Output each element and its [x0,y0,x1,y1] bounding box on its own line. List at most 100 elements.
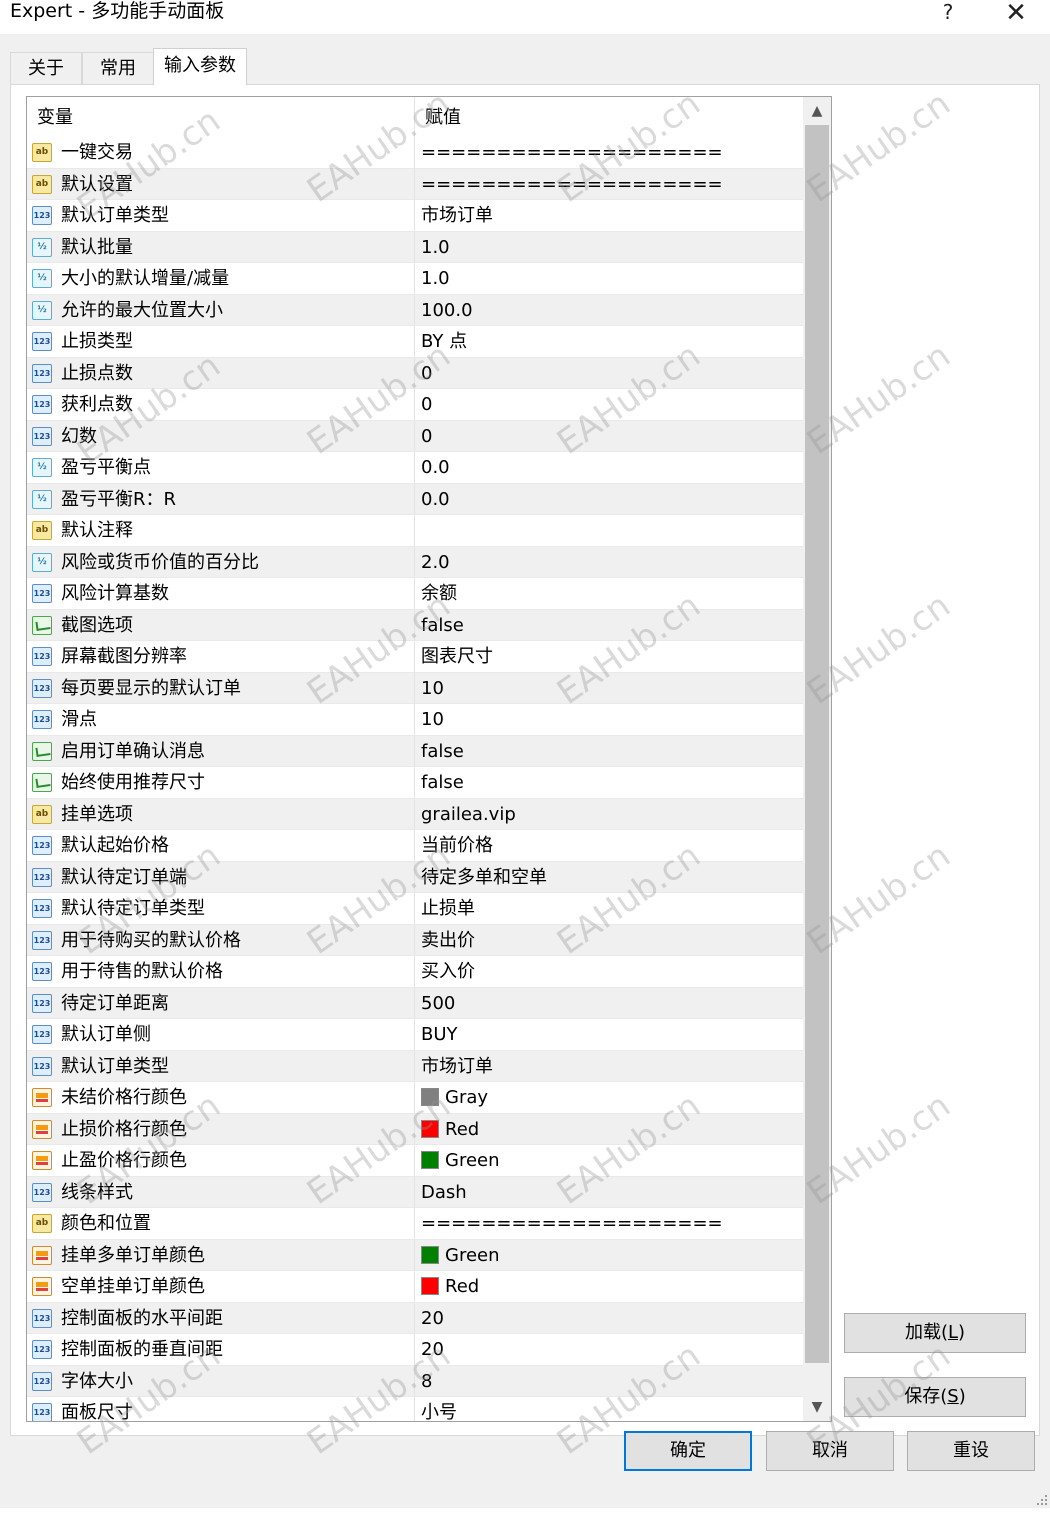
scroll-down-icon[interactable]: ▼ [803,1393,831,1421]
table-row[interactable]: 123 风险计算基数 余额 [27,578,803,610]
table-row[interactable]: 123 默认订单类型 市场订单 [27,200,803,232]
value-cell[interactable]: 2.0 [415,547,803,578]
value-cell[interactable]: false [415,610,803,641]
table-row[interactable]: 123 待定订单距离 500 [27,987,803,1019]
help-button[interactable]: ? [938,0,958,24]
value-cell[interactable]: 小号 [415,1397,803,1421]
value-cell[interactable]: 10 [415,704,803,735]
table-row[interactable]: 止损价格行颜色 Red [27,1113,803,1145]
column-header-variable[interactable]: 变量 [27,97,415,137]
table-row[interactable]: ab 默认注释 [27,515,803,547]
table-row[interactable]: 始终使用推荐尺寸 false [27,767,803,799]
column-header-value[interactable]: 赋值 [415,97,803,137]
table-row[interactable]: 123 用于待售的默认价格 买入价 [27,956,803,988]
close-button[interactable]: ✕ [1002,0,1030,28]
table-row[interactable]: 123 默认订单类型 市场订单 [27,1050,803,1082]
table-row[interactable]: 123 线条样式 Dash [27,1176,803,1208]
tab-about[interactable]: 关于 [10,52,82,84]
table-row[interactable]: 123 屏幕截图分辨率 图表尺寸 [27,641,803,673]
table-row[interactable]: 123 止损点数 0 [27,357,803,389]
value-cell[interactable]: 0 [415,358,803,389]
table-row[interactable]: ab 颜色和位置 ==================== [27,1208,803,1240]
table-row[interactable]: 123 控制面板的垂直间距 20 [27,1334,803,1366]
table-row[interactable]: ½ 盈亏平衡R：R 0.0 [27,483,803,515]
value-cell[interactable]: 20 [415,1303,803,1334]
table-row[interactable]: 123 用于待购买的默认价格 卖出价 [27,924,803,956]
table-row[interactable]: 启用订单确认消息 false [27,735,803,767]
table-row[interactable]: ½ 风险或货币价值的百分比 2.0 [27,546,803,578]
value-cell[interactable]: Green [415,1145,803,1176]
table-row[interactable]: 空单挂单订单颜色 Red [27,1271,803,1303]
table-row[interactable]: 123 滑点 10 [27,704,803,736]
save-button[interactable]: 保存(S) [844,1377,1026,1417]
table-row[interactable]: ½ 盈亏平衡点 0.0 [27,452,803,484]
cancel-button[interactable]: 取消 [766,1431,894,1471]
value-cell[interactable]: 0 [415,421,803,452]
scrollbar-thumb[interactable] [805,125,829,1363]
table-row[interactable]: 截图选项 false [27,609,803,641]
value-cell[interactable]: 1.0 [415,232,803,263]
value-cell[interactable]: false [415,736,803,767]
table-row[interactable]: 123 每页要显示的默认订单 10 [27,672,803,704]
table-row[interactable]: ab 默认设置 ==================== [27,168,803,200]
value-cell[interactable]: ==================== [415,169,803,200]
table-row[interactable]: 未结价格行颜色 Gray [27,1082,803,1114]
table-row[interactable]: ½ 大小的默认增量/减量 1.0 [27,263,803,295]
table-row[interactable]: 止盈价格行颜色 Green [27,1145,803,1177]
table-row[interactable]: ½ 默认批量 1.0 [27,231,803,263]
table-row[interactable]: 123 获利点数 0 [27,389,803,421]
value-cell[interactable]: 100.0 [415,295,803,326]
value-cell[interactable]: false [415,767,803,798]
value-cell[interactable]: BUY [415,1019,803,1050]
table-row[interactable]: 123 默认订单侧 BUY [27,1019,803,1051]
value-cell[interactable]: Green [415,1240,803,1271]
value-cell[interactable]: 0.0 [415,452,803,483]
parameters-grid: 变量 赋值 ab 一键交易 ==================== ab 默认设置 ==… [26,96,832,1422]
value-cell[interactable]: 1.0 [415,263,803,294]
table-row[interactable]: ½ 允许的最大位置大小 100.0 [27,294,803,326]
value-cell[interactable]: grailea.vip [415,799,803,830]
value-cell[interactable]: Red [415,1271,803,1302]
value-cell[interactable] [415,515,803,546]
table-row[interactable]: 123 止损类型 BY 点 [27,326,803,358]
value-cell[interactable]: 20 [415,1334,803,1365]
value-cell[interactable]: 止损单 [415,893,803,924]
value-cell[interactable]: ==================== [415,137,803,168]
value-cell[interactable]: 余额 [415,578,803,609]
value-cell[interactable]: BY 点 [415,326,803,357]
value-cell[interactable]: 买入价 [415,956,803,987]
value-cell[interactable]: 市场订单 [415,1051,803,1082]
table-row[interactable]: 123 控制面板的水平间距 20 [27,1302,803,1334]
table-row[interactable]: 挂单多单订单颜色 Green [27,1239,803,1271]
table-row[interactable]: 123 默认待定订单类型 止损单 [27,893,803,925]
value-cell[interactable]: Dash [415,1177,803,1208]
tab-inputs[interactable]: 输入参数 [153,48,247,85]
table-row[interactable]: ab 挂单选项 grailea.vip [27,798,803,830]
value-cell[interactable]: 0.0 [415,484,803,515]
value-cell[interactable]: 0 [415,389,803,420]
value-cell[interactable]: ==================== [415,1208,803,1239]
value-cell[interactable]: 卖出价 [415,925,803,956]
value-cell[interactable]: 市场订单 [415,200,803,231]
value-cell[interactable]: 图表尺寸 [415,641,803,672]
table-row[interactable]: 123 字体大小 8 [27,1365,803,1397]
load-button[interactable]: 加载(L) [844,1313,1026,1353]
value-cell[interactable]: Red [415,1114,803,1145]
value-cell[interactable]: 当前价格 [415,830,803,861]
reset-button[interactable]: 重设 [907,1431,1035,1471]
table-row[interactable]: 123 面板尺寸 小号 [27,1397,803,1421]
value-cell[interactable]: 8 [415,1366,803,1397]
scroll-up-icon[interactable]: ▲ [803,97,831,125]
table-row[interactable]: 123 默认起始价格 当前价格 [27,830,803,862]
tab-common[interactable]: 常用 [82,52,154,84]
vertical-scrollbar[interactable]: ▲ ▼ [803,97,831,1421]
table-row[interactable]: 123 幻数 0 [27,420,803,452]
value-cell[interactable]: Gray [415,1082,803,1113]
value-cell[interactable]: 待定多单和空单 [415,862,803,893]
table-row[interactable]: 123 默认待定订单端 待定多单和空单 [27,861,803,893]
resize-grip-icon[interactable] [1034,1492,1048,1506]
value-cell[interactable]: 10 [415,673,803,704]
ok-button[interactable]: 确定 [624,1431,752,1471]
table-row[interactable]: ab 一键交易 ==================== [27,137,803,169]
value-cell[interactable]: 500 [415,988,803,1019]
